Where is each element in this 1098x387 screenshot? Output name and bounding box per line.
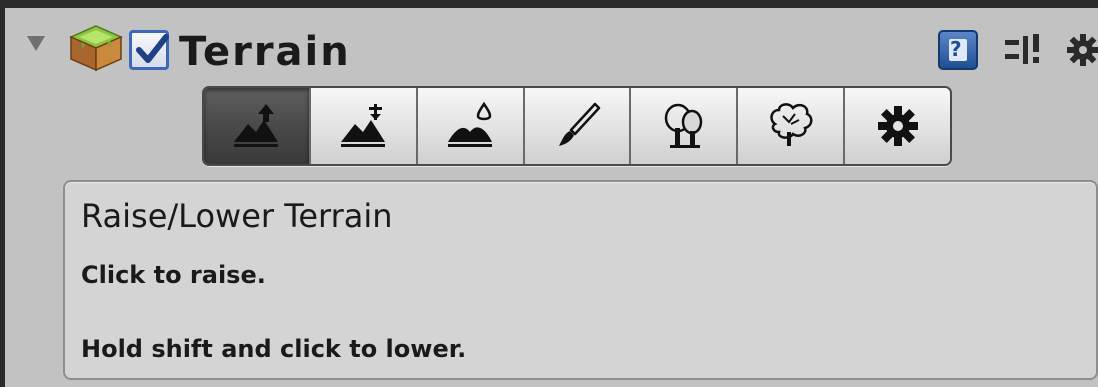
inspector-panel: Terrain ? Raise/Lower Terrain Click to r… bbox=[0, 0, 1098, 387]
presets-icon[interactable] bbox=[1003, 32, 1043, 68]
help-icon: ? bbox=[950, 37, 962, 61]
paint-texture-icon bbox=[559, 102, 601, 146]
tool-paint-texture[interactable] bbox=[524, 88, 632, 164]
help-button[interactable]: ? bbox=[938, 30, 978, 70]
tool-instruction-raise: Click to raise. bbox=[81, 261, 266, 289]
foldout-arrow-icon[interactable] bbox=[27, 36, 45, 51]
paint-details-icon bbox=[769, 103, 813, 146]
raise-lower-terrain-icon bbox=[234, 104, 279, 147]
checkmark-icon bbox=[136, 34, 169, 63]
terrain-tool-toolbar bbox=[202, 86, 952, 166]
tool-place-trees[interactable] bbox=[631, 88, 739, 164]
tool-smooth-height[interactable] bbox=[417, 88, 525, 164]
terrain-component-icon bbox=[69, 25, 123, 72]
tool-terrain-settings[interactable] bbox=[845, 88, 950, 164]
tool-paint-details[interactable] bbox=[738, 88, 846, 164]
tool-instruction-lower: Hold shift and click to lower. bbox=[81, 335, 467, 363]
smooth-height-icon bbox=[448, 101, 493, 147]
component-enabled-checkbox[interactable] bbox=[129, 30, 169, 70]
tool-title: Raise/Lower Terrain bbox=[81, 197, 393, 235]
gear-icon[interactable] bbox=[1063, 30, 1098, 70]
tool-paint-height[interactable] bbox=[310, 88, 418, 164]
component-title: Terrain bbox=[179, 29, 351, 75]
place-trees-icon bbox=[664, 103, 703, 148]
tool-raise-lower-terrain[interactable] bbox=[204, 88, 311, 164]
terrain-settings-icon bbox=[877, 106, 918, 146]
tool-description-box: Raise/Lower Terrain Click to raise. Hold… bbox=[63, 180, 1098, 380]
paint-height-icon bbox=[341, 104, 386, 147]
